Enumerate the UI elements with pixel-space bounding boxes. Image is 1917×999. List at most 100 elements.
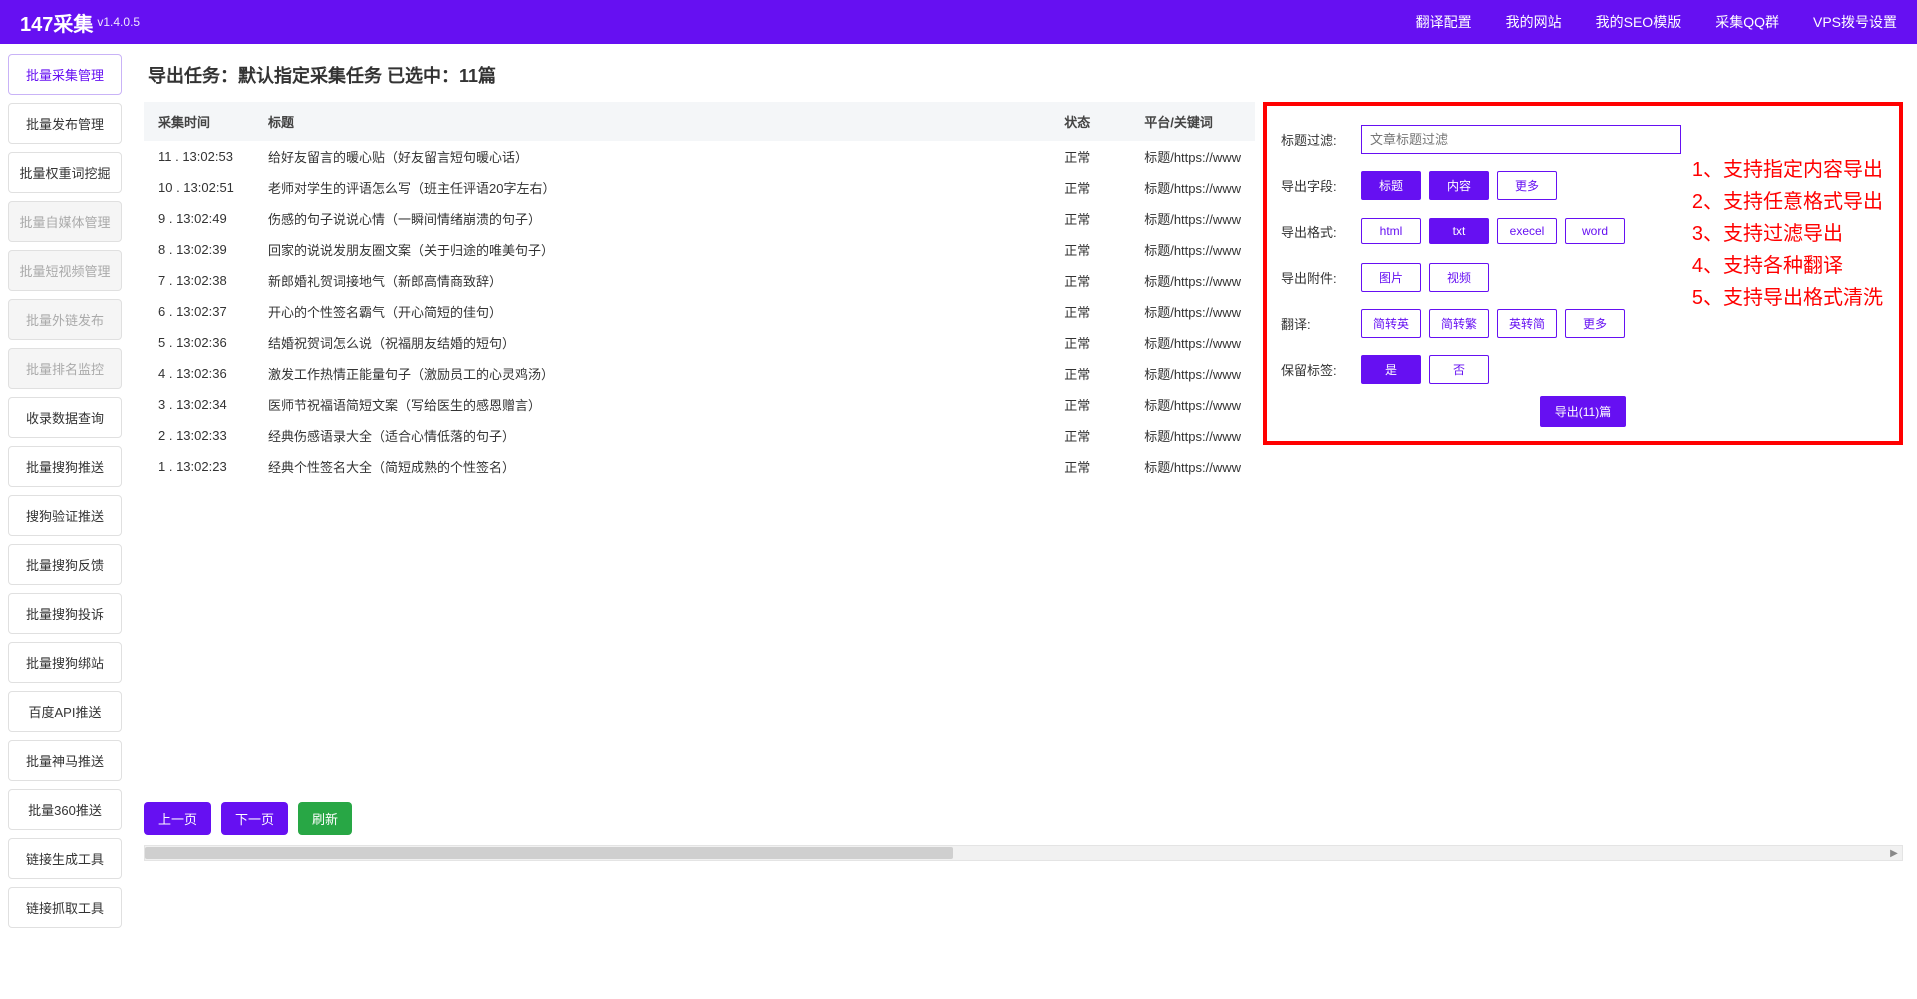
table-cell: 正常 xyxy=(1050,451,1130,482)
table-cell: 正常 xyxy=(1050,389,1130,420)
task-table-wrap: 采集时间标题状态平台/关键词 11 . 13:02:53给好友留言的暖心贴（好友… xyxy=(144,102,1255,482)
table-cell: 4 . 13:02:36 xyxy=(144,358,254,389)
table-cell: 11 . 13:02:53 xyxy=(144,141,254,172)
table-cell: 结婚祝贺词怎么说（祝福朋友结婚的短句） xyxy=(254,327,1050,358)
table-cell: 正常 xyxy=(1050,358,1130,389)
export-translate-option[interactable]: 简转繁 xyxy=(1429,309,1489,338)
feature-item: 1、支持指定内容导出 xyxy=(1692,154,1883,186)
table-row[interactable]: 3 . 13:02:34医师节祝福语简短文案（写给医生的感恩赠言）正常标题/ht… xyxy=(144,389,1255,420)
export-field-option[interactable]: 更多 xyxy=(1497,171,1557,200)
feature-highlight: 1、支持指定内容导出2、支持任意格式导出3、支持过滤导出4、支持各种翻译5、支持… xyxy=(1692,154,1883,314)
table-cell: 标题/https://www xyxy=(1130,389,1255,420)
sidebar-item[interactable]: 搜狗验证推送 xyxy=(8,495,122,536)
next-page-button[interactable]: 下一页 xyxy=(221,802,288,835)
table-row[interactable]: 4 . 13:02:36激发工作热情正能量句子（激励员工的心灵鸡汤）正常标题/h… xyxy=(144,358,1255,389)
table-cell: 经典伤感语录大全（适合心情低落的句子） xyxy=(254,420,1050,451)
table-row[interactable]: 2 . 13:02:33经典伤感语录大全（适合心情低落的句子）正常标题/http… xyxy=(144,420,1255,451)
export-keeptag-option[interactable]: 是 xyxy=(1361,355,1421,384)
table-cell: 9 . 13:02:49 xyxy=(144,203,254,234)
table-cell: 标题/https://www xyxy=(1130,327,1255,358)
table-cell: 3 . 13:02:34 xyxy=(144,389,254,420)
table-row[interactable]: 11 . 13:02:53给好友留言的暖心贴（好友留言短句暖心话）正常标题/ht… xyxy=(144,141,1255,172)
topnav-link[interactable]: 我的SEO模版 xyxy=(1596,12,1682,32)
table-cell: 标题/https://www xyxy=(1130,265,1255,296)
table-cell: 正常 xyxy=(1050,265,1130,296)
label-fields: 导出字段: xyxy=(1281,176,1361,195)
sidebar-item[interactable]: 批量采集管理 xyxy=(8,54,122,95)
table-header: 状态 xyxy=(1050,102,1130,141)
table-cell: 正常 xyxy=(1050,296,1130,327)
pagination-bar: 上一页 下一页 刷新 xyxy=(144,802,1903,835)
table-cell: 1 . 13:02:23 xyxy=(144,451,254,482)
sidebar-item[interactable]: 批量搜狗投诉 xyxy=(8,593,122,634)
prev-page-button[interactable]: 上一页 xyxy=(144,802,211,835)
table-cell: 医师节祝福语简短文案（写给医生的感恩赠言） xyxy=(254,389,1050,420)
export-keeptag-option[interactable]: 否 xyxy=(1429,355,1489,384)
table-row[interactable]: 7 . 13:02:38新郎婚礼贺词接地气（新郎高情商致辞）正常标题/https… xyxy=(144,265,1255,296)
table-cell: 10 . 13:02:51 xyxy=(144,172,254,203)
topnav-link[interactable]: 采集QQ群 xyxy=(1715,12,1779,32)
table-cell: 标题/https://www xyxy=(1130,420,1255,451)
sidebar-item[interactable]: 批量发布管理 xyxy=(8,103,122,144)
sidebar-item: 批量自媒体管理 xyxy=(8,201,122,242)
sidebar-item[interactable]: 批量神马推送 xyxy=(8,740,122,781)
table-cell: 经典个性签名大全（简短成熟的个性签名） xyxy=(254,451,1050,482)
table-cell: 标题/https://www xyxy=(1130,296,1255,327)
export-translate-option[interactable]: 简转英 xyxy=(1361,309,1421,338)
export-format-option[interactable]: word xyxy=(1565,218,1625,244)
scrollbar-thumb[interactable] xyxy=(145,847,953,859)
sidebar-item[interactable]: 批量权重词挖掘 xyxy=(8,152,122,193)
table-header: 采集时间 xyxy=(144,102,254,141)
table-cell: 标题/https://www xyxy=(1130,234,1255,265)
table-cell: 正常 xyxy=(1050,203,1130,234)
table-cell: 回家的说说发朋友圈文案（关于归途的唯美句子） xyxy=(254,234,1050,265)
label-title-filter: 标题过滤: xyxy=(1281,130,1361,149)
sidebar-item[interactable]: 批量360推送 xyxy=(8,789,122,830)
feature-item: 4、支持各种翻译 xyxy=(1692,250,1883,282)
export-translate-option[interactable]: 英转简 xyxy=(1497,309,1557,338)
sidebar-item[interactable]: 批量搜狗推送 xyxy=(8,446,122,487)
sidebar-item[interactable]: 链接生成工具 xyxy=(8,838,122,879)
top-nav: 翻译配置 我的网站 我的SEO模版 采集QQ群 VPS拨号设置 xyxy=(1416,12,1897,32)
table-row[interactable]: 6 . 13:02:37开心的个性签名霸气（开心简短的佳句）正常标题/https… xyxy=(144,296,1255,327)
label-format: 导出格式: xyxy=(1281,222,1361,241)
export-format-option[interactable]: execel xyxy=(1497,218,1557,244)
sidebar-item[interactable]: 收录数据查询 xyxy=(8,397,122,438)
sidebar-item[interactable]: 百度API推送 xyxy=(8,691,122,732)
table-cell: 标题/https://www xyxy=(1130,203,1255,234)
table-header: 平台/关键词 xyxy=(1130,102,1255,141)
scroll-right-arrow[interactable]: ▶ xyxy=(1886,846,1902,860)
table-header: 标题 xyxy=(254,102,1050,141)
export-button[interactable]: 导出(11)篇 xyxy=(1540,396,1626,427)
export-format-option[interactable]: html xyxy=(1361,218,1421,244)
sidebar-item[interactable]: 批量搜狗反馈 xyxy=(8,544,122,585)
title-filter-input[interactable] xyxy=(1361,125,1681,154)
table-row[interactable]: 5 . 13:02:36结婚祝贺词怎么说（祝福朋友结婚的短句）正常标题/http… xyxy=(144,327,1255,358)
export-panel: 标题过滤: 导出字段: 标题内容更多 导出格式: htmltxtexecelwo… xyxy=(1263,102,1903,445)
table-cell: 伤感的句子说说心情（一瞬间情绪崩溃的句子） xyxy=(254,203,1050,234)
table-row[interactable]: 10 . 13:02:51老师对学生的评语怎么写（班主任评语20字左右）正常标题… xyxy=(144,172,1255,203)
table-cell: 正常 xyxy=(1050,172,1130,203)
refresh-button[interactable]: 刷新 xyxy=(298,802,352,835)
table-row[interactable]: 9 . 13:02:49伤感的句子说说心情（一瞬间情绪崩溃的句子）正常标题/ht… xyxy=(144,203,1255,234)
topnav-link[interactable]: VPS拨号设置 xyxy=(1813,12,1897,32)
task-table: 采集时间标题状态平台/关键词 11 . 13:02:53给好友留言的暖心贴（好友… xyxy=(144,102,1255,482)
table-cell: 7 . 13:02:38 xyxy=(144,265,254,296)
export-field-option[interactable]: 标题 xyxy=(1361,171,1421,200)
export-field-option[interactable]: 内容 xyxy=(1429,171,1489,200)
table-cell: 标题/https://www xyxy=(1130,358,1255,389)
export-translate-option[interactable]: 更多 xyxy=(1565,309,1625,338)
export-attach-option[interactable]: 图片 xyxy=(1361,263,1421,292)
export-format-option[interactable]: txt xyxy=(1429,218,1489,244)
horizontal-scrollbar[interactable]: ▶ xyxy=(144,845,1903,861)
topnav-link[interactable]: 翻译配置 xyxy=(1416,12,1472,32)
table-cell: 新郎婚礼贺词接地气（新郎高情商致辞） xyxy=(254,265,1050,296)
sidebar-item[interactable]: 批量搜狗绑站 xyxy=(8,642,122,683)
topnav-link[interactable]: 我的网站 xyxy=(1506,12,1562,32)
sidebar-item[interactable]: 链接抓取工具 xyxy=(8,887,122,928)
table-row[interactable]: 1 . 13:02:23经典个性签名大全（简短成熟的个性签名）正常标题/http… xyxy=(144,451,1255,482)
export-attach-option[interactable]: 视频 xyxy=(1429,263,1489,292)
table-row[interactable]: 8 . 13:02:39回家的说说发朋友圈文案（关于归途的唯美句子）正常标题/h… xyxy=(144,234,1255,265)
label-attach: 导出附件: xyxy=(1281,268,1361,287)
label-keeptag: 保留标签: xyxy=(1281,360,1361,379)
